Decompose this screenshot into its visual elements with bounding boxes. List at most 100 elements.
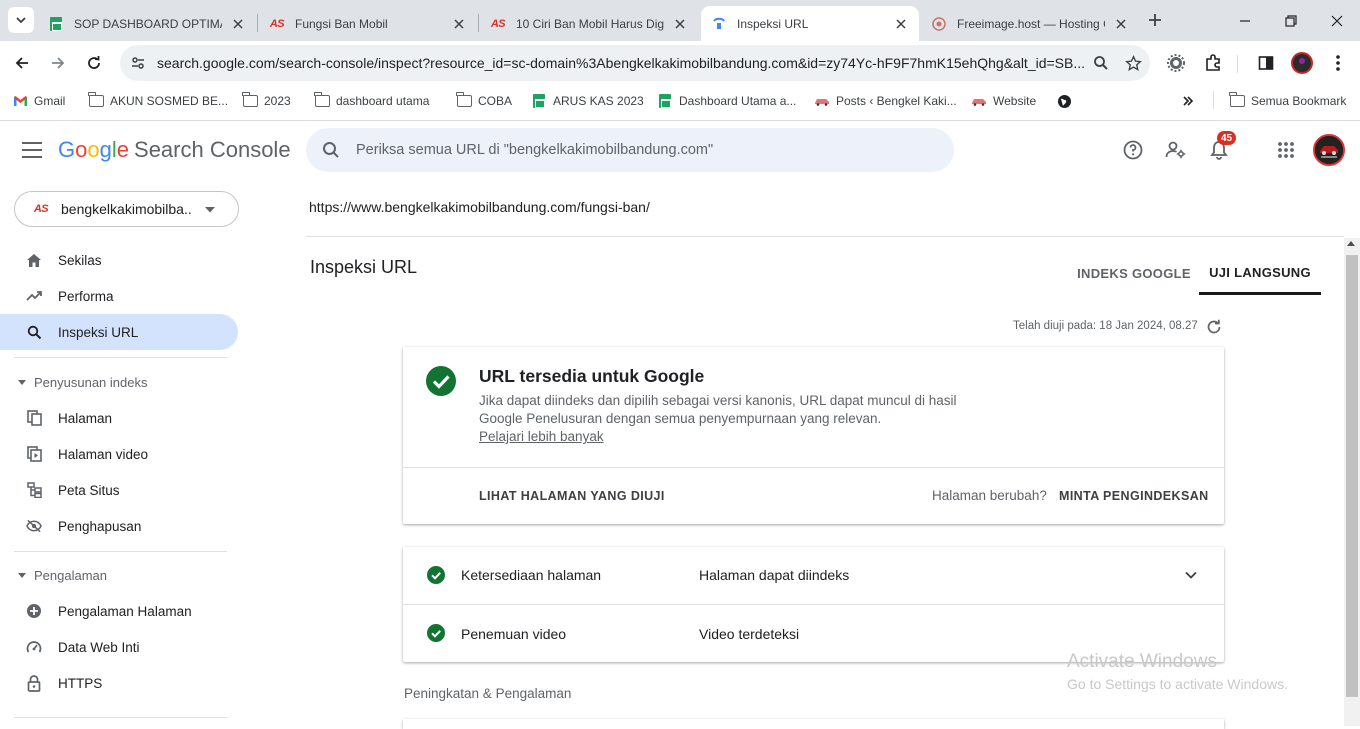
folder-icon — [242, 92, 258, 109]
browser-tab-3-active[interactable]: Inspeksi URL — [701, 6, 919, 41]
section-header-pengalaman[interactable]: Pengalaman — [0, 563, 107, 587]
close-icon — [1331, 15, 1343, 26]
dropdown-arrow-icon — [205, 200, 215, 218]
bookmark-folder[interactable]: COBA — [456, 91, 512, 111]
address-bar[interactable]: search.google.com/search-console/inspect… — [120, 45, 1150, 81]
caret-down-icon — [18, 379, 26, 385]
bookmark-folder[interactable]: AKUN SOSMED BE... — [88, 91, 228, 111]
browser-tab-2[interactable]: AS 10 Ciri Ban Mobil Harus Diganti — [480, 6, 698, 41]
bookmark-gmail[interactable]: Gmail — [12, 91, 65, 111]
double-chevron-icon — [1183, 96, 1194, 106]
sidebar-item-label: HTTPS — [58, 675, 103, 691]
reload-button[interactable] — [80, 49, 108, 77]
section-header-penyusunan-indeks[interactable]: Penyusunan indeks — [0, 370, 147, 394]
minimize-button[interactable] — [1222, 0, 1268, 41]
bookmark-label: Gmail — [34, 94, 66, 108]
search-console-logo[interactable]: Google Search Console — [58, 137, 291, 163]
address-url[interactable]: search.google.com/search-console/inspect… — [157, 55, 1086, 71]
profile-avatar[interactable] — [1288, 49, 1316, 77]
notifications-button[interactable]: 45 — [1204, 131, 1236, 165]
back-button[interactable] — [8, 49, 36, 77]
close-icon[interactable] — [1113, 16, 1129, 32]
car-icon — [814, 93, 830, 109]
bookmark-link[interactable]: Website — [971, 91, 1036, 111]
scrollbar-thumb[interactable] — [1346, 255, 1358, 697]
request-indexing-button[interactable]: MINTA PENGINDEKSAN — [1059, 489, 1209, 503]
close-icon[interactable] — [893, 16, 909, 32]
sheets-icon — [657, 93, 673, 109]
card-divider — [403, 467, 1224, 468]
search-icon — [26, 324, 42, 340]
property-selector[interactable]: AS bengkelkakimobilba... — [14, 191, 239, 227]
freeimage-icon — [931, 16, 947, 32]
inspect-search-bar[interactable] — [306, 128, 954, 172]
bookmark-star-icon[interactable] — [1118, 48, 1148, 78]
bookmark-folder[interactable]: dashboard utama — [314, 91, 429, 111]
bookmark-folder[interactable]: 2023 — [242, 91, 291, 111]
section-title: Penyusunan indeks — [34, 374, 148, 390]
bookmark-globe[interactable] — [1056, 91, 1078, 111]
detail-row-ketersediaan[interactable]: Ketersediaan halaman Halaman dapat diind… — [403, 547, 1224, 604]
side-panel-icon[interactable] — [1252, 49, 1280, 77]
new-tab-button[interactable] — [1142, 7, 1168, 33]
all-bookmarks-label: Semua Bookmark — [1251, 94, 1347, 108]
close-icon[interactable] — [451, 16, 467, 32]
extension-gear-icon[interactable] — [1162, 49, 1190, 77]
sidebar-item-data-web-inti[interactable]: Data Web Inti — [0, 629, 238, 665]
tab-separator — [478, 14, 479, 32]
close-icon[interactable] — [672, 16, 688, 32]
forward-button[interactable] — [44, 49, 72, 77]
help-icon[interactable] — [1118, 135, 1148, 165]
sidebar-item-sekilas[interactable]: Sekilas — [0, 242, 238, 278]
tab-title: SOP DASHBOARD OPTIMASI — [74, 16, 222, 31]
extensions-puzzle-icon[interactable] — [1199, 49, 1227, 77]
account-avatar[interactable] — [1313, 134, 1345, 166]
more-bookmarks-button[interactable] — [1182, 91, 1194, 111]
bookmark-sheet[interactable]: ARUS KAS 2023 — [531, 91, 644, 111]
tested-timestamp: Telah diuji pada: 18 Jan 2024, 08.27 — [1013, 320, 1198, 332]
inspected-url: https://www.bengkelkakimobilbandung.com/… — [309, 199, 650, 215]
browser-tab-1[interactable]: AS Fungsi Ban Mobil — [259, 6, 477, 41]
sidebar-divider — [14, 717, 227, 718]
sidebar-item-performa[interactable]: Performa — [0, 278, 238, 314]
tab-uji-langsung[interactable]: UJI LANGSUNG — [1199, 252, 1321, 295]
inspect-search-input[interactable] — [356, 142, 916, 158]
removal-icon — [26, 518, 42, 534]
caret-down-icon — [18, 572, 26, 578]
restore-button[interactable] — [1268, 0, 1314, 41]
tab-title: Inspeksi URL — [737, 16, 809, 31]
bookmark-link[interactable]: Posts ‹ Bengkel Kaki... — [814, 91, 957, 111]
learn-more-link[interactable]: Pelajari lebih banyak — [479, 429, 604, 444]
browser-tab-0[interactable]: SOP DASHBOARD OPTIMASI — [38, 6, 256, 41]
bookmark-sheet[interactable]: Dashboard Utama a... — [657, 91, 796, 111]
site-info-icon[interactable] — [123, 48, 153, 78]
sidebar-item-inspeksi-url[interactable]: Inspeksi URL — [0, 314, 238, 350]
video-page-icon — [26, 446, 42, 462]
tab-indeks-google[interactable]: INDEKS GOOGLE — [1069, 252, 1199, 295]
sidebar-item-halaman-video[interactable]: Halaman video — [0, 436, 238, 472]
apps-grid-icon[interactable] — [1271, 135, 1301, 165]
folder-icon — [1229, 92, 1245, 109]
window-close-button[interactable] — [1314, 0, 1360, 41]
all-bookmarks-button[interactable]: Semua Bookmark — [1229, 91, 1346, 111]
refresh-icon[interactable] — [1205, 318, 1223, 336]
sidebar-item-pengalaman-halaman[interactable]: Pengalaman Halaman — [0, 593, 238, 629]
restore-icon — [1285, 14, 1297, 27]
scroll-up-arrow-icon[interactable] — [1347, 241, 1355, 246]
user-settings-icon[interactable] — [1161, 135, 1191, 165]
view-tested-page-button[interactable]: LIHAT HALAMAN YANG DIUJI — [479, 489, 665, 503]
zoom-icon[interactable] — [1086, 48, 1116, 78]
sidebar-item-https[interactable]: HTTPS — [0, 665, 238, 701]
activate-windows-subtitle: Go to Settings to activate Windows. — [1067, 676, 1288, 692]
tab-search-button[interactable] — [8, 7, 34, 33]
section-title: Pengalaman — [34, 567, 107, 583]
chevron-down-icon[interactable] — [1181, 565, 1201, 585]
chrome-menu-icon[interactable] — [1324, 49, 1352, 77]
main-menu-button[interactable] — [20, 140, 44, 160]
sidebar-item-label: Peta Situs — [58, 482, 120, 498]
sidebar-item-penghapusan[interactable]: Penghapusan — [0, 508, 238, 544]
sidebar-item-peta-situs[interactable]: Peta Situs — [0, 472, 238, 508]
close-icon[interactable] — [230, 16, 246, 32]
sidebar-item-halaman[interactable]: Halaman — [0, 400, 238, 436]
browser-tab-4[interactable]: Freeimage.host — Hosting Gambar — [921, 6, 1139, 41]
